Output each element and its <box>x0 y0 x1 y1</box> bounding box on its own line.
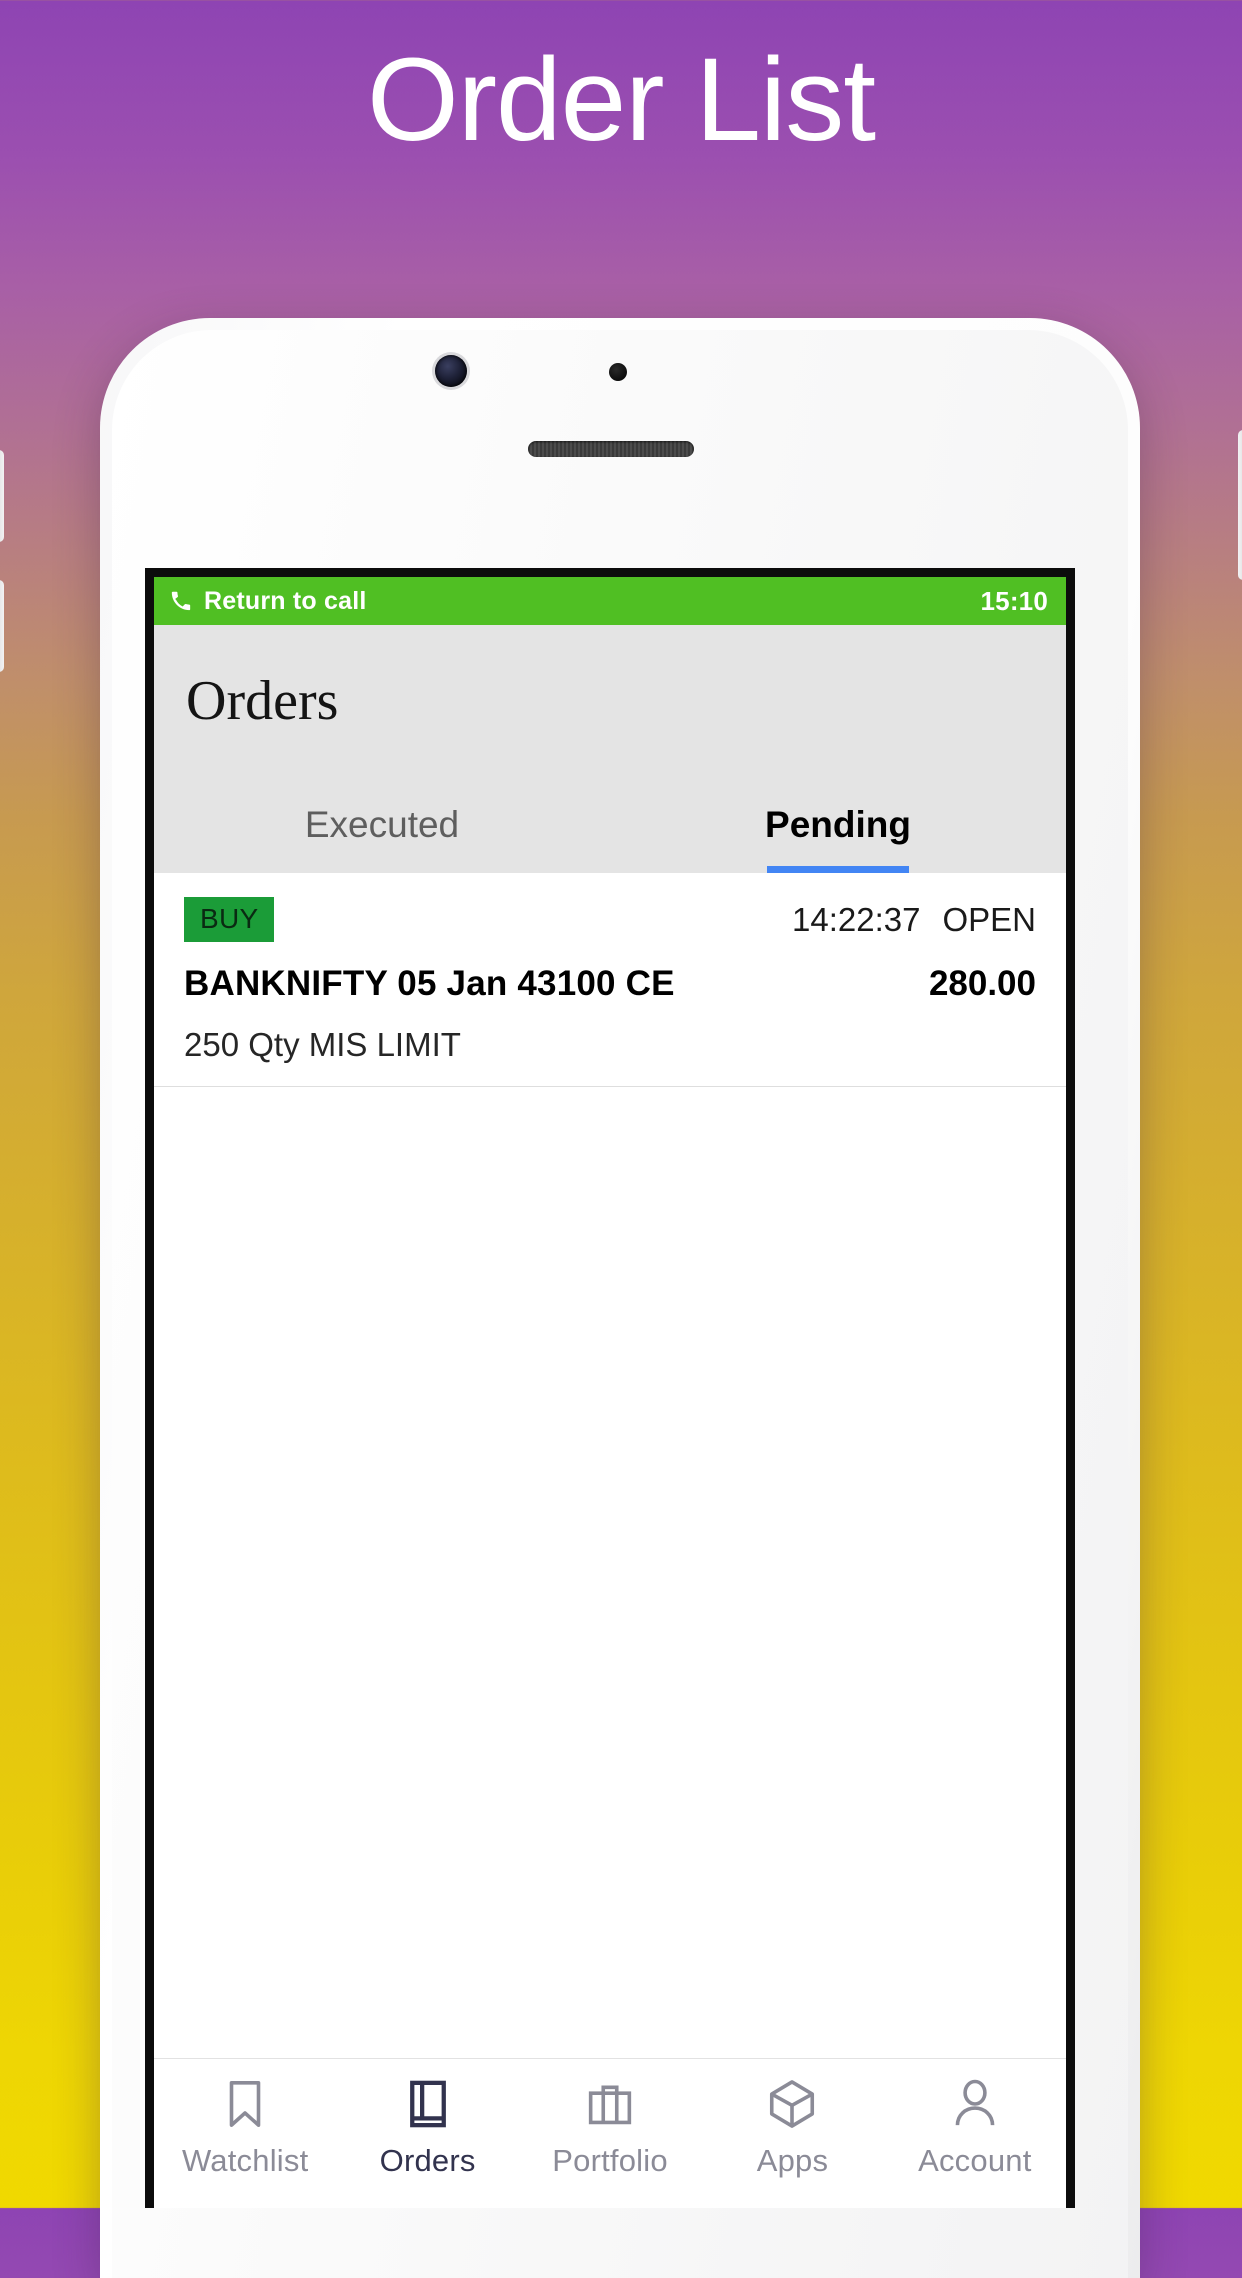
order-price: 280.00 <box>928 964 1036 1003</box>
nav-label-apps: Apps <box>756 2143 829 2178</box>
front-camera-icon <box>435 355 467 387</box>
nav-item-apps[interactable]: Apps <box>701 2077 883 2179</box>
nav-label-account: Account <box>918 2143 1032 2178</box>
order-details: 250 Qty MIS LIMIT <box>184 1026 461 1063</box>
nav-label-orders: Orders <box>379 2143 476 2178</box>
nav-item-watchlist[interactable]: Watchlist <box>154 2077 336 2179</box>
phone-power-button <box>1238 430 1242 580</box>
nav-item-orders[interactable]: Orders <box>336 2077 518 2179</box>
order-meta: 14:22:37 OPEN <box>792 901 1036 939</box>
app-screen: Return to call 15:10 Orders Executed Pen… <box>154 577 1066 2208</box>
bottom-navigation-bar: Watchlist Orders Portfolio Apps Account <box>154 2058 1066 2208</box>
order-list: BUY 14:22:37 OPEN BANKNIFTY 05 Jan 43100… <box>154 873 1066 2058</box>
order-time: 14:22:37 <box>792 900 921 938</box>
briefcase-icon <box>588 2085 632 2125</box>
tab-pending[interactable]: Pending <box>610 777 1066 873</box>
tab-bar: Executed Pending <box>154 777 1066 873</box>
status-bar[interactable]: Return to call 15:10 <box>154 577 1066 625</box>
phone-icon <box>171 591 191 611</box>
phone-volume-down-button <box>0 580 4 672</box>
bookmark-icon <box>229 2081 261 2127</box>
tab-executed-label: Executed <box>304 804 460 845</box>
book-icon <box>409 2080 446 2128</box>
tab-pending-label: Pending <box>765 804 911 845</box>
app-title: Orders <box>186 670 339 732</box>
return-to-call-area[interactable]: Return to call <box>170 587 367 616</box>
person-icon <box>955 2079 995 2126</box>
nav-label-portfolio: Portfolio <box>552 2143 668 2178</box>
return-to-call-label: Return to call <box>204 586 367 615</box>
order-row-top: BUY 14:22:37 OPEN <box>184 897 1036 942</box>
nav-item-portfolio[interactable]: Portfolio <box>519 2077 701 2179</box>
nav-item-account[interactable]: Account <box>884 2077 1066 2179</box>
phone-volume-up-button <box>0 450 4 542</box>
page-title: Order List <box>366 34 876 166</box>
status-bar-time: 15:10 <box>980 585 1048 616</box>
cube-icon <box>770 2080 815 2128</box>
nav-label-watchlist: Watchlist <box>182 2143 309 2178</box>
order-instrument: BANKNIFTY 05 Jan 43100 CE <box>184 964 675 1003</box>
proximity-sensor-icon <box>609 363 627 381</box>
phone-screen-bezel: Return to call 15:10 Orders Executed Pen… <box>145 568 1075 2208</box>
tab-executed[interactable]: Executed <box>154 777 610 873</box>
order-status: OPEN <box>942 900 1036 938</box>
status-badge: BUY <box>184 897 275 942</box>
earpiece-speaker-icon <box>528 441 694 457</box>
order-row-middle: BANKNIFTY 05 Jan 43100 CE 280.00 <box>184 964 1036 1004</box>
tab-active-indicator <box>767 866 909 873</box>
app-header: Orders Executed Pending <box>154 625 1066 873</box>
table-row[interactable]: BUY 14:22:37 OPEN BANKNIFTY 05 Jan 43100… <box>154 873 1066 1087</box>
